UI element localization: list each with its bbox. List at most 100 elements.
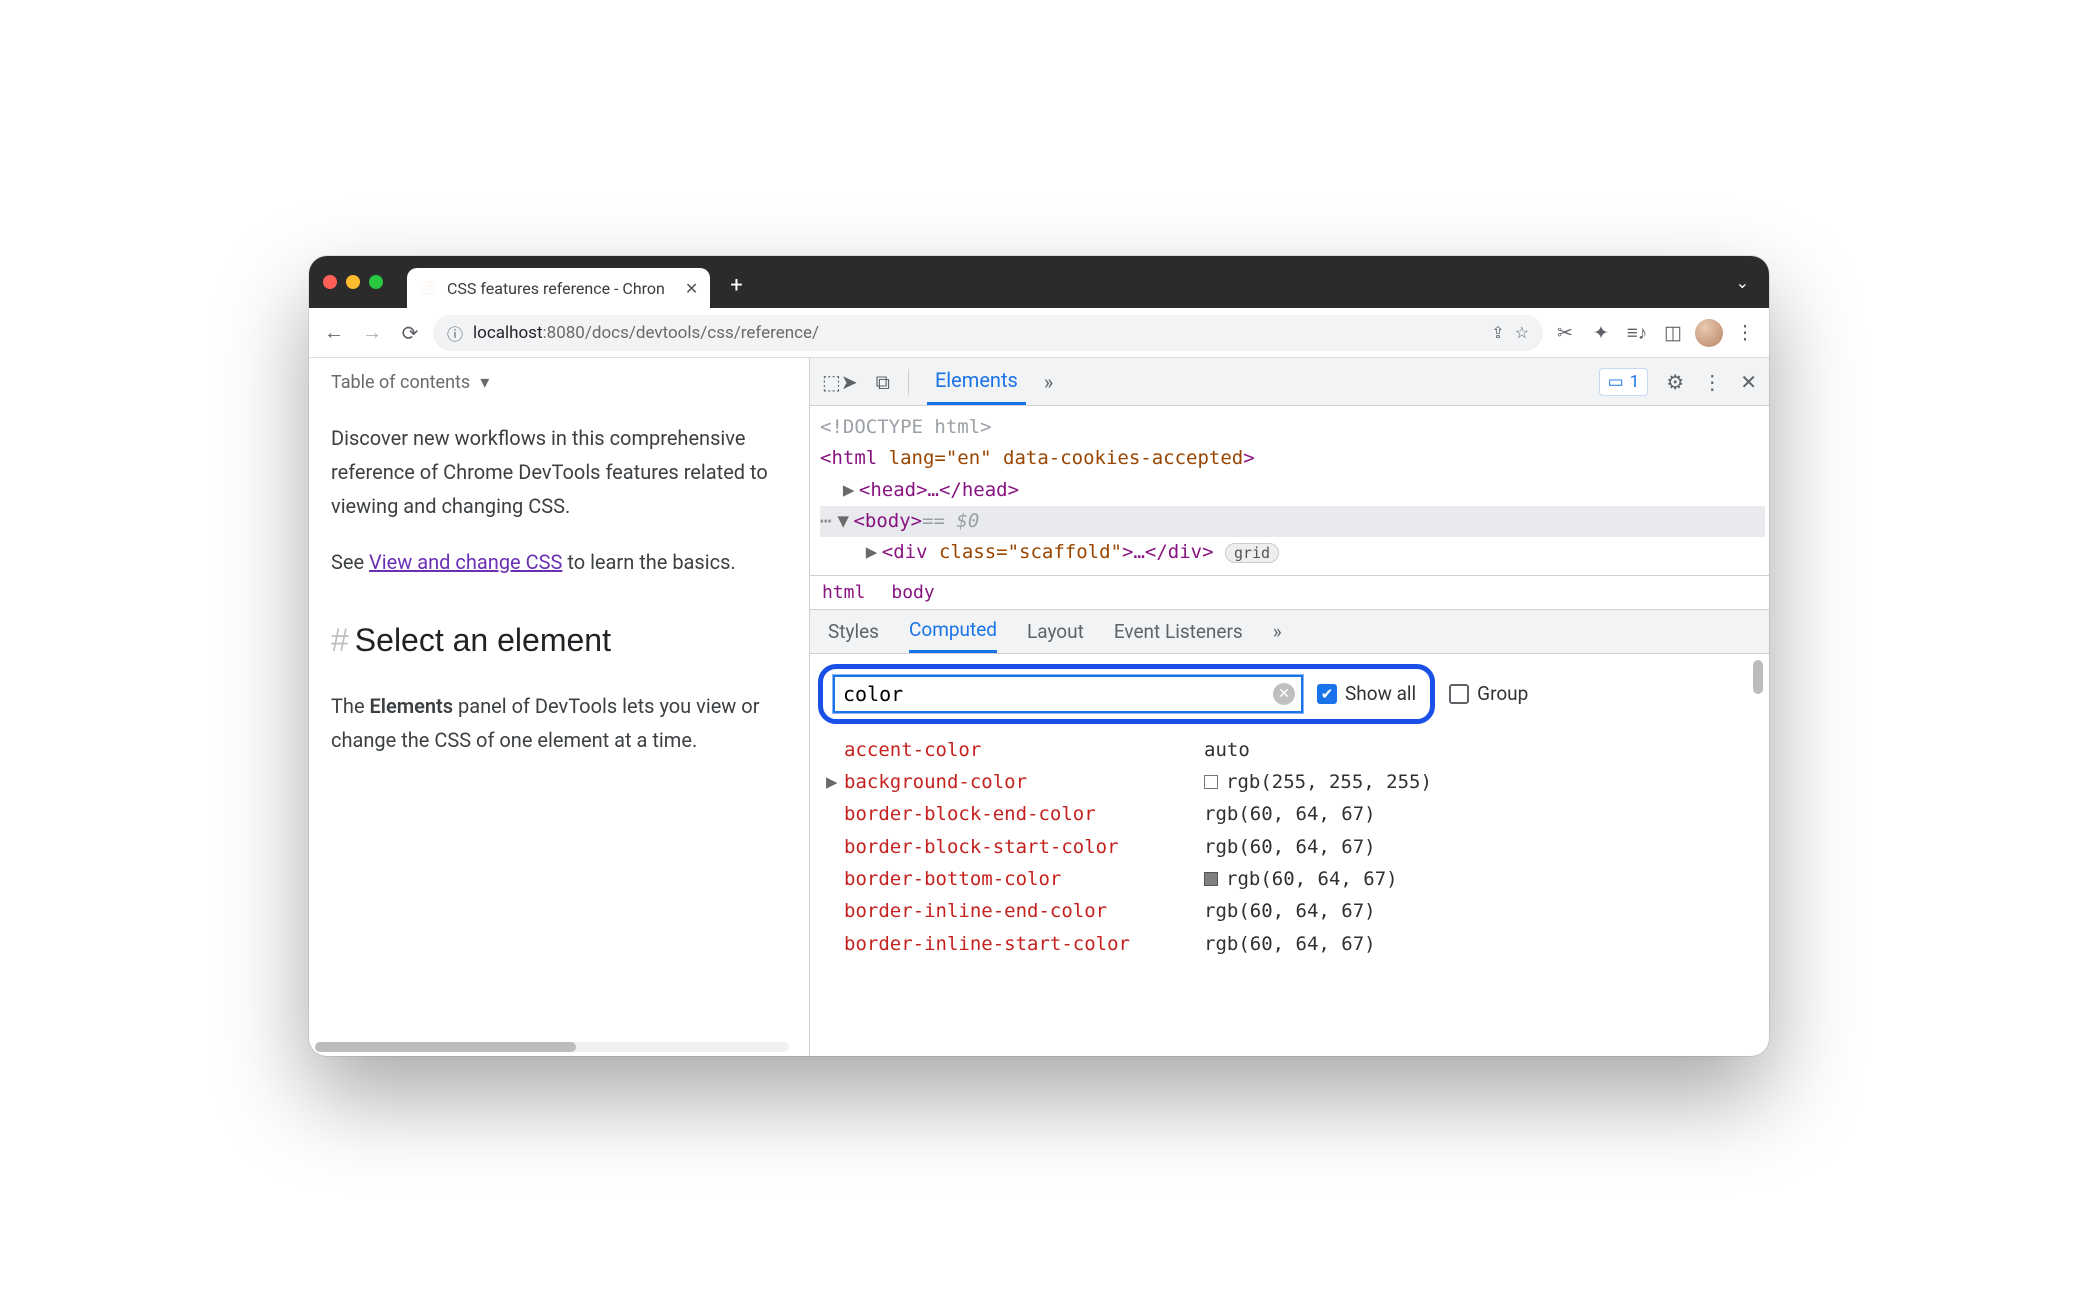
url-text: localhost:8080/docs/devtools/css/referen… — [473, 323, 819, 343]
close-window-button[interactable] — [323, 275, 337, 289]
section-heading: # Select an element — [331, 613, 787, 667]
dom-head[interactable]: ▶<head>…</head> — [820, 475, 1765, 506]
property-value: rgb(60, 64, 67) — [1204, 928, 1376, 960]
omnibox[interactable]: ⓘ localhost:8080/docs/devtools/css/refer… — [433, 315, 1543, 351]
kebab-menu-icon[interactable]: ⋮ — [1702, 370, 1722, 394]
styles-subtabs: Styles Computed Layout Event Listeners » — [810, 610, 1769, 654]
new-tab-button[interactable]: + — [730, 273, 742, 298]
settings-gear-icon[interactable]: ⚙ — [1666, 370, 1684, 394]
checkbox-unchecked-icon — [1449, 684, 1469, 704]
browser-tab[interactable]: CSS features reference - Chron ✕ — [407, 268, 710, 308]
issues-badge[interactable]: ▭ 1 — [1599, 368, 1649, 396]
body-paragraph: The Elements panel of DevTools lets you … — [331, 689, 787, 757]
reading-list-icon[interactable]: ≡♪ — [1623, 321, 1651, 345]
more-tabs-icon[interactable]: » — [1044, 370, 1053, 394]
browser-window: CSS features reference - Chron ✕ + ⌄ ← →… — [309, 256, 1769, 1056]
color-swatch-icon[interactable] — [1204, 872, 1218, 886]
tab-title: CSS features reference - Chron — [447, 279, 665, 298]
fullscreen-window-button[interactable] — [369, 275, 383, 289]
property-name: border-inline-end-color — [824, 895, 1204, 927]
inspect-element-icon[interactable]: ⬚➤ — [822, 370, 858, 394]
more-subtabs-icon[interactable]: » — [1273, 620, 1282, 643]
toc-toggle[interactable]: Table of contents ▾ — [331, 368, 787, 399]
computed-property-row[interactable]: border-block-start-colorrgb(60, 64, 67) — [824, 831, 1769, 863]
intro-paragraph: Discover new workflows in this comprehen… — [331, 421, 787, 523]
filter-input[interactable] — [833, 675, 1303, 713]
minimize-window-button[interactable] — [346, 275, 360, 289]
dom-div[interactable]: ▶<div class="scaffold">…</div> grid — [820, 537, 1765, 568]
subtab-styles[interactable]: Styles — [828, 610, 879, 653]
side-panel-icon[interactable]: ◫ — [1659, 321, 1687, 344]
address-bar: ← → ⟳ ⓘ localhost:8080/docs/devtools/css… — [309, 308, 1769, 358]
property-value: rgb(255, 255, 255) — [1204, 766, 1432, 798]
browser-menu-icon[interactable]: ⋮ — [1731, 321, 1759, 344]
property-value: auto — [1204, 734, 1250, 766]
property-name: border-inline-start-color — [824, 928, 1204, 960]
computed-property-row[interactable]: border-inline-start-colorrgb(60, 64, 67) — [824, 928, 1769, 960]
devtools-panel: ⬚➤ ⧉ Elements » ▭ 1 ⚙ ⋮ ✕ <!DOCTYPE html… — [809, 358, 1769, 1056]
anchor-hash-icon[interactable]: # — [331, 613, 349, 667]
forward-button[interactable]: → — [357, 320, 387, 345]
tabs-overflow-icon[interactable]: ⌄ — [1736, 273, 1749, 292]
close-devtools-icon[interactable]: ✕ — [1740, 370, 1757, 394]
view-change-css-link[interactable]: View and change CSS — [369, 550, 562, 574]
back-button[interactable]: ← — [319, 320, 349, 345]
site-info-icon[interactable]: ⓘ — [447, 321, 463, 345]
expand-triangle-icon[interactable]: ▶ — [843, 475, 859, 506]
computed-properties-list: accent-colorauto▶background-colorrgb(255… — [810, 734, 1769, 1056]
property-name: ▶background-color — [824, 766, 1204, 798]
group-checkbox[interactable]: Group — [1449, 682, 1532, 705]
dom-body-selected[interactable]: ⋯ ▼<body> == $0 — [820, 506, 1765, 537]
computed-property-row[interactable]: ▶background-colorrgb(255, 255, 255) — [824, 766, 1769, 798]
property-value: rgb(60, 64, 67) — [1204, 831, 1376, 863]
profile-avatar[interactable] — [1695, 319, 1723, 347]
device-toolbar-icon[interactable]: ⧉ — [876, 370, 890, 394]
window-controls — [323, 275, 383, 289]
subtab-layout[interactable]: Layout — [1027, 610, 1084, 653]
chevron-down-icon: ▾ — [480, 368, 489, 399]
bookmark-icon[interactable]: ☆ — [1515, 323, 1529, 342]
page-content: Table of contents ▾ Discover new workflo… — [309, 358, 809, 1056]
subtab-event-listeners[interactable]: Event Listeners — [1114, 610, 1243, 653]
subtab-computed[interactable]: Computed — [909, 610, 997, 653]
property-value: rgb(60, 64, 67) — [1204, 863, 1398, 895]
color-swatch-icon[interactable] — [1204, 775, 1218, 789]
content-area: Table of contents ▾ Discover new workflo… — [309, 358, 1769, 1056]
scissors-icon[interactable]: ✂︎ — [1551, 321, 1579, 344]
close-tab-icon[interactable]: ✕ — [685, 279, 698, 298]
dom-html[interactable]: <html lang="en" data-cookies-accepted> — [820, 443, 1765, 474]
property-value: rgb(60, 64, 67) — [1204, 895, 1376, 927]
property-name: border-bottom-color — [824, 863, 1204, 895]
dom-tree[interactable]: <!DOCTYPE html> <html lang="en" data-coo… — [810, 406, 1769, 576]
clear-filter-icon[interactable]: ✕ — [1273, 683, 1295, 705]
chrome-favicon-icon — [419, 279, 437, 297]
property-value: rgb(60, 64, 67) — [1204, 798, 1376, 830]
vertical-scrollbar[interactable] — [1753, 660, 1763, 694]
reload-button[interactable]: ⟳ — [395, 321, 425, 345]
expand-triangle-icon[interactable]: ▶ — [826, 766, 844, 798]
computed-property-row[interactable]: border-inline-end-colorrgb(60, 64, 67) — [824, 895, 1769, 927]
crumb-html[interactable]: html — [822, 582, 865, 603]
computed-property-row[interactable]: accent-colorauto — [824, 734, 1769, 766]
grid-badge[interactable]: grid — [1225, 543, 1279, 563]
expand-triangle-icon[interactable]: ▶ — [866, 537, 882, 568]
horizontal-scrollbar[interactable] — [315, 1042, 789, 1052]
property-name: border-block-start-color — [824, 831, 1204, 863]
highlight-annotation: ✕ ✔ Show all — [818, 664, 1435, 724]
property-name: border-block-end-color — [824, 798, 1204, 830]
computed-property-row[interactable]: border-block-end-colorrgb(60, 64, 67) — [824, 798, 1769, 830]
tab-strip: CSS features reference - Chron ✕ + ⌄ — [309, 256, 1769, 308]
dom-doctype: <!DOCTYPE html> — [820, 412, 1765, 443]
checkbox-checked-icon: ✔ — [1317, 684, 1337, 704]
extensions-icon[interactable]: ✦ — [1587, 321, 1615, 344]
collapse-triangle-icon[interactable]: ▼ — [837, 506, 853, 537]
see-paragraph: See View and change CSS to learn the bas… — [331, 545, 787, 579]
devtools-toolbar: ⬚➤ ⧉ Elements » ▭ 1 ⚙ ⋮ ✕ — [810, 358, 1769, 406]
chat-icon: ▭ — [1608, 372, 1624, 392]
show-all-checkbox[interactable]: ✔ Show all — [1317, 682, 1420, 705]
computed-property-row[interactable]: border-bottom-colorrgb(60, 64, 67) — [824, 863, 1769, 895]
ellipsis-icon[interactable]: ⋯ — [820, 506, 833, 537]
crumb-body[interactable]: body — [891, 582, 934, 603]
share-icon[interactable]: ⇪ — [1491, 323, 1504, 342]
tab-elements[interactable]: Elements — [927, 358, 1026, 405]
